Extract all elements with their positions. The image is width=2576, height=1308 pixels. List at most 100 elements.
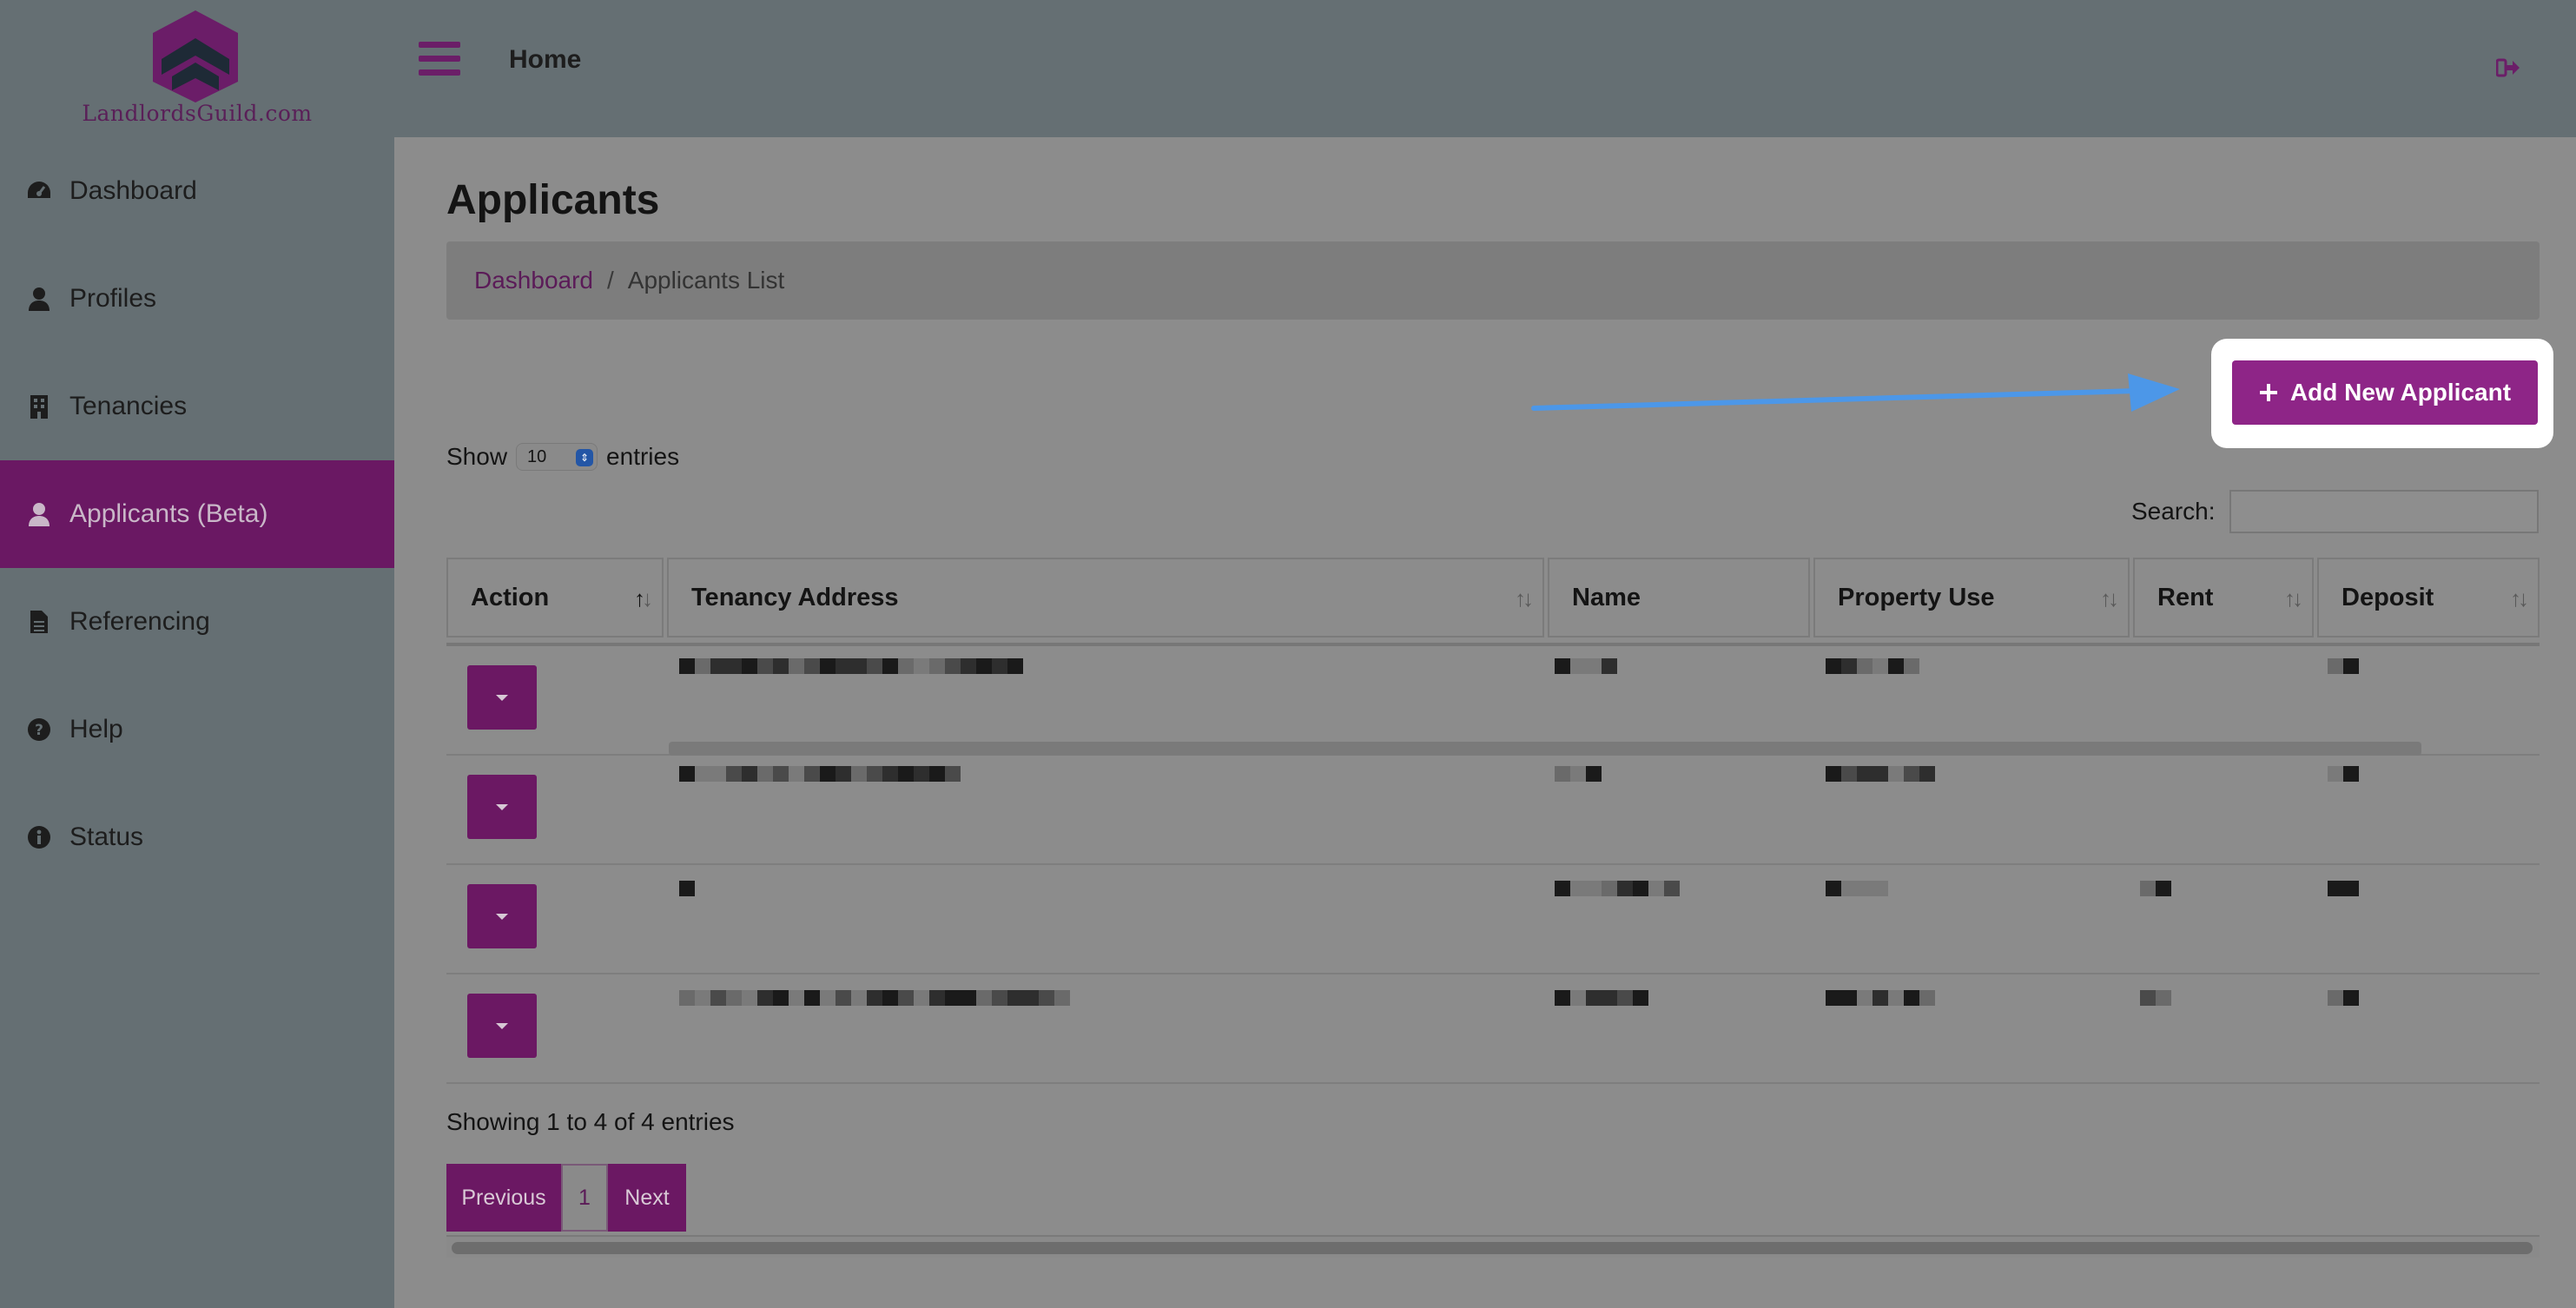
sidebar-item-status[interactable]: Status <box>0 783 394 891</box>
caret-down-icon <box>496 913 508 920</box>
entries-select-value: 10 <box>527 446 547 466</box>
redacted-cell-content <box>679 881 695 896</box>
breadcrumb-separator: / <box>606 267 614 294</box>
sign-out-icon[interactable] <box>2496 57 2520 78</box>
sidebar-item-label: Profiles <box>69 284 157 313</box>
show-suffix: entries <box>606 443 680 470</box>
redacted-cell-content <box>1555 658 1617 674</box>
redacted-cell-content <box>1555 881 1680 896</box>
question-circle-icon: ? <box>26 717 52 743</box>
add-new-applicant-button[interactable]: Add New Applicant <box>2232 360 2538 425</box>
sort-icon: ↑↓ <box>2510 585 2529 611</box>
hamburger-icon[interactable] <box>419 42 460 76</box>
redacted-cell-content <box>2140 990 2171 1006</box>
select-spinner-icon: ⇕ <box>576 449 594 466</box>
redacted-cell-content <box>679 766 961 782</box>
table-header: Action ↑↓ Tenancy Address ↑↓ Name Proper… <box>446 558 2540 646</box>
sidebar-item-label: Help <box>69 715 123 743</box>
redacted-cell-content <box>2328 881 2359 896</box>
column-header-name[interactable]: Name <box>1548 558 1810 637</box>
column-label: Property Use <box>1838 583 1995 611</box>
sort-icon: ↑↓ <box>2284 585 2303 611</box>
redacted-cell-content <box>679 990 1070 1006</box>
show-prefix: Show <box>446 443 508 470</box>
redacted-cell-content <box>1826 658 1919 674</box>
show-entries: Show 10 ⇕ entries <box>446 443 679 471</box>
column-label: Deposit <box>2342 583 2434 611</box>
sidebar-item-label: Dashboard <box>69 176 197 205</box>
column-label: Action <box>471 583 550 611</box>
caret-down-icon <box>496 803 508 810</box>
search-label: Search: <box>2131 498 2216 525</box>
main-content: Applicants Dashboard / Applicants List A… <box>394 137 2576 1308</box>
sidebar-item-label: Tenancies <box>69 392 188 420</box>
redacted-cell-content <box>1555 766 1602 782</box>
redacted-cell-content <box>1826 990 1935 1006</box>
sidebar-item-dashboard[interactable]: Dashboard <box>0 137 394 245</box>
column-label: Rent <box>2157 583 2214 611</box>
sidebar-item-applicants[interactable]: Applicants (Beta) <box>0 460 394 568</box>
sidebar-item-label: Applicants (Beta) <box>69 499 268 528</box>
sort-icon: ↑↓ <box>1515 585 1534 611</box>
sidebar-item-label: Referencing <box>69 607 210 636</box>
table-info: Showing 1 to 4 of 4 entries <box>446 1108 735 1135</box>
breadcrumb: Dashboard / Applicants List <box>446 241 2540 320</box>
column-header-deposit[interactable]: Deposit ↑↓ <box>2317 558 2540 637</box>
table-body <box>446 646 2540 1084</box>
column-header-rent[interactable]: Rent ↑↓ <box>2133 558 2314 637</box>
redacted-cell-content <box>1826 881 1888 896</box>
pagination: Previous 1 Next <box>446 1164 686 1232</box>
horizontal-scrollbar[interactable] <box>446 1235 2540 1258</box>
topbar-title: Home <box>509 45 582 74</box>
sidebar: LandlordsGuild.com Dashboard Profiles Te… <box>0 0 394 1308</box>
table-row <box>446 974 2540 1084</box>
topbar: Home <box>394 0 2576 137</box>
column-header-tenancy-address[interactable]: Tenancy Address ↑↓ <box>667 558 1544 637</box>
redacted-cell-content <box>2328 658 2359 674</box>
entries-select[interactable]: 10 ⇕ <box>516 443 598 471</box>
redacted-cell-content <box>2140 881 2171 896</box>
search-input[interactable] <box>2229 490 2539 533</box>
pagination-page-1[interactable]: 1 <box>561 1164 608 1232</box>
pagination-next-button[interactable]: Next <box>608 1164 686 1232</box>
add-new-applicant-label: Add New Applicant <box>2289 379 2512 406</box>
sidebar-item-referencing[interactable]: Referencing <box>0 568 394 676</box>
user-icon <box>26 286 52 312</box>
redacted-cell-content <box>1555 990 1648 1006</box>
sidebar-item-profiles[interactable]: Profiles <box>0 245 394 353</box>
breadcrumb-dashboard-link[interactable]: Dashboard <box>474 267 593 294</box>
table-row <box>446 646 2540 756</box>
table-row <box>446 865 2540 974</box>
row-action-dropdown-button[interactable] <box>467 884 537 948</box>
brand-name: LandlordsGuild.com <box>82 101 313 126</box>
building-icon <box>26 393 52 419</box>
document-icon <box>26 609 52 635</box>
redacted-cell-content <box>679 658 1023 674</box>
row-action-dropdown-button[interactable] <box>467 665 537 730</box>
gauge-icon <box>26 178 52 204</box>
info-circle-icon <box>26 824 52 850</box>
search-row: Search: <box>2131 490 2539 533</box>
scrollbar-thumb[interactable] <box>452 1242 2533 1254</box>
column-label: Name <box>1572 583 1641 611</box>
plus-icon <box>2259 384 2277 401</box>
redacted-cell-content <box>2328 766 2359 782</box>
sidebar-item-help[interactable]: ? Help <box>0 676 394 783</box>
annotation-arrow-icon <box>1531 373 2180 412</box>
row-action-dropdown-button[interactable] <box>467 775 537 839</box>
column-header-action[interactable]: Action ↑↓ <box>446 558 664 637</box>
sort-icon: ↑↓ <box>2100 585 2119 611</box>
inner-horizontal-scrollbar[interactable] <box>669 742 2421 756</box>
sidebar-item-tenancies[interactable]: Tenancies <box>0 353 394 460</box>
breadcrumb-current: Applicants List <box>627 267 785 294</box>
caret-down-icon <box>496 1022 508 1029</box>
column-header-property-use[interactable]: Property Use ↑↓ <box>1813 558 2130 637</box>
row-action-dropdown-button[interactable] <box>467 994 537 1058</box>
caret-down-icon <box>496 694 508 701</box>
page-title: Applicants <box>446 177 660 223</box>
brand[interactable]: LandlordsGuild.com <box>0 0 394 137</box>
pagination-previous-button[interactable]: Previous <box>446 1164 561 1232</box>
svg-text:?: ? <box>35 722 43 739</box>
table-row <box>446 756 2540 865</box>
user-icon <box>26 501 52 527</box>
